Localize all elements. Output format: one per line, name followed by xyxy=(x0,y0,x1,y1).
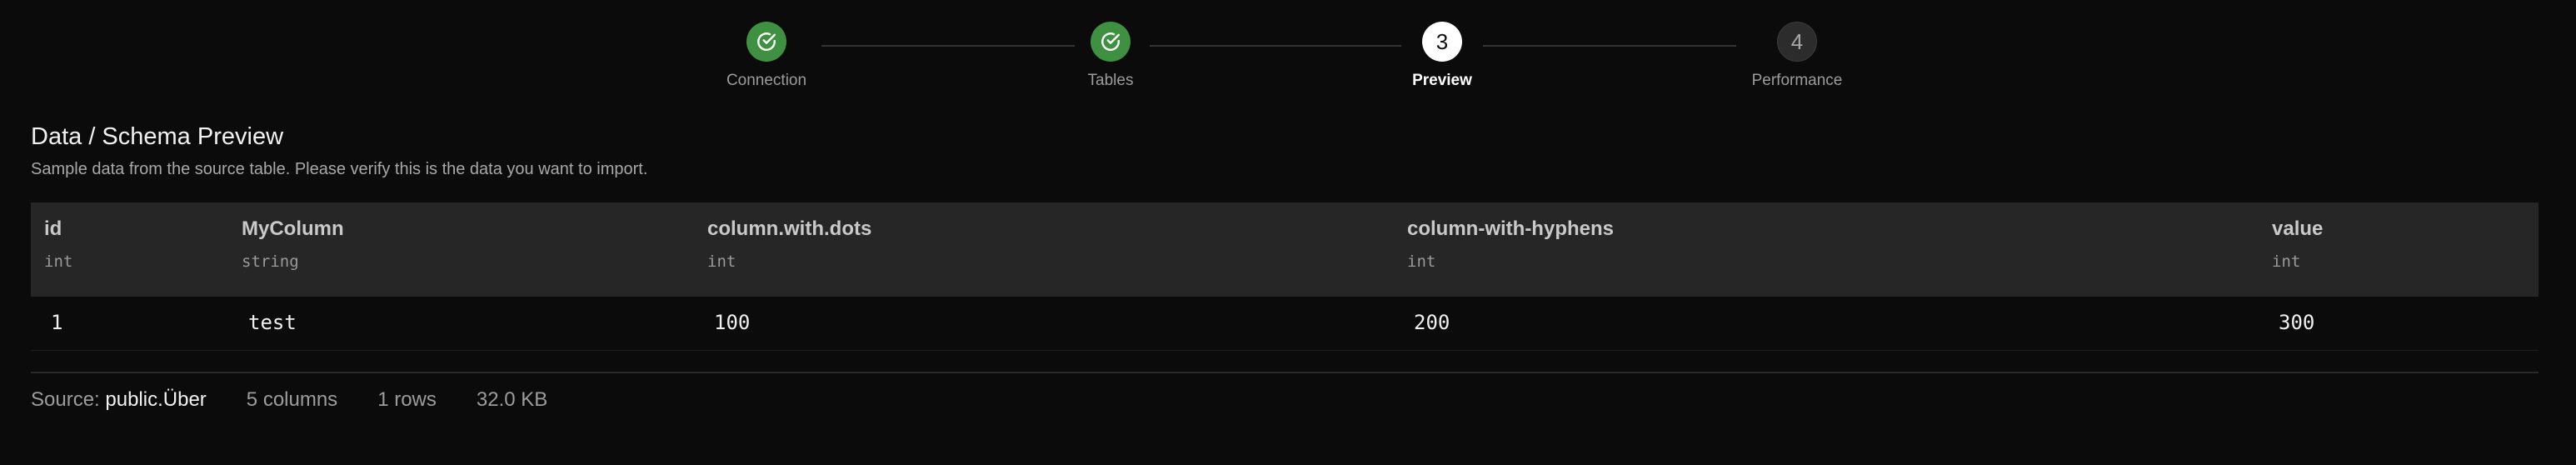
table-cell: 100 xyxy=(714,311,751,334)
column-name: MyColumn xyxy=(242,218,344,240)
column-header-column-with-hyphens: column-with-hyphens int xyxy=(1407,218,1614,271)
step-label: Performance xyxy=(1751,72,1843,89)
source-label: Source: xyxy=(31,388,100,411)
step-preview[interactable]: 3 Preview xyxy=(1350,22,1534,90)
column-count: 5 columns xyxy=(246,388,338,411)
source-table-name: public.Über xyxy=(105,388,207,411)
preview-table: id int MyColumn string column.with.dots … xyxy=(31,202,2539,351)
table-row: 1 test 100 200 300 xyxy=(31,297,2539,351)
step-number: 4 xyxy=(1777,22,1817,62)
table-cell: 1 xyxy=(51,311,63,334)
page-subtitle: Sample data from the source table. Pleas… xyxy=(31,160,648,178)
column-type: int xyxy=(1407,252,1436,271)
step-label: Connection xyxy=(726,72,807,89)
row-count: 1 rows xyxy=(377,388,437,411)
check-circle-icon xyxy=(1101,32,1120,51)
step-tables[interactable]: Tables xyxy=(1019,22,1202,90)
footer-divider xyxy=(31,372,2539,373)
column-name: column-with-hyphens xyxy=(1407,218,1614,240)
column-type: int xyxy=(44,252,73,271)
step-performance[interactable]: 4 Performance xyxy=(1705,22,1889,90)
import-wizard: Connection Tables 3 Preview 4 Performanc… xyxy=(0,0,2576,465)
step-circle xyxy=(1091,22,1131,62)
check-circle-icon xyxy=(757,32,776,51)
page-title: Data / Schema Preview xyxy=(31,123,284,150)
step-connection[interactable]: Connection xyxy=(675,22,858,90)
column-header-value: value int xyxy=(2272,218,2323,271)
table-summary: Source: public.Über 5 columns 1 rows 32.… xyxy=(31,388,587,412)
table-cell: 300 xyxy=(2279,311,2315,334)
column-name: id xyxy=(44,218,62,240)
step-number: 3 xyxy=(1422,22,1462,62)
stepper: Connection Tables 3 Preview 4 Performanc… xyxy=(0,0,2576,100)
step-circle xyxy=(746,22,786,62)
column-name: value xyxy=(2272,218,2324,240)
column-type: string xyxy=(242,252,299,271)
source-info: Source: public.Über xyxy=(31,388,207,412)
table-cell: 200 xyxy=(1414,311,1450,334)
column-header-mycolumn: MyColumn string xyxy=(242,218,344,271)
table-cell: test xyxy=(248,311,297,334)
step-label: Tables xyxy=(1087,72,1134,89)
table-size: 32.0 KB xyxy=(476,388,548,411)
column-type: int xyxy=(2272,252,2301,271)
step-label: Preview xyxy=(1412,72,1472,89)
column-header-id: id int xyxy=(44,218,72,271)
table-header-row: id int MyColumn string column.with.dots … xyxy=(31,202,2539,297)
column-name: column.with.dots xyxy=(707,218,872,240)
column-type: int xyxy=(707,252,736,271)
column-header-column-with-dots: column.with.dots int xyxy=(707,218,871,271)
